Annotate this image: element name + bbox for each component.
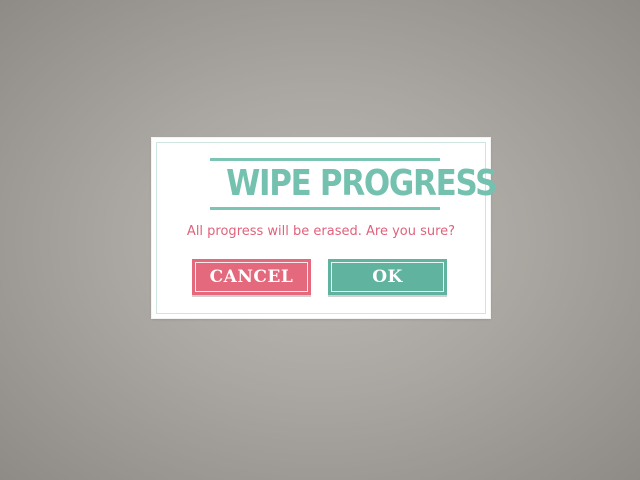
title-banner: WIPE PROGRESS bbox=[210, 158, 497, 210]
dialog-title: WIPE PROGRESS bbox=[226, 163, 497, 204]
dialog-border: WIPE PROGRESS All progress will be erase… bbox=[156, 142, 497, 314]
ok-button[interactable]: OK bbox=[328, 259, 447, 295]
wipe-progress-dialog: WIPE PROGRESS All progress will be erase… bbox=[152, 138, 497, 318]
cancel-button[interactable]: CANCEL bbox=[192, 259, 311, 295]
dialog-message: All progress will be erased. Are you sur… bbox=[186, 224, 456, 239]
cancel-button-label: CANCEL bbox=[209, 267, 294, 287]
ok-button-label: OK bbox=[372, 267, 403, 287]
